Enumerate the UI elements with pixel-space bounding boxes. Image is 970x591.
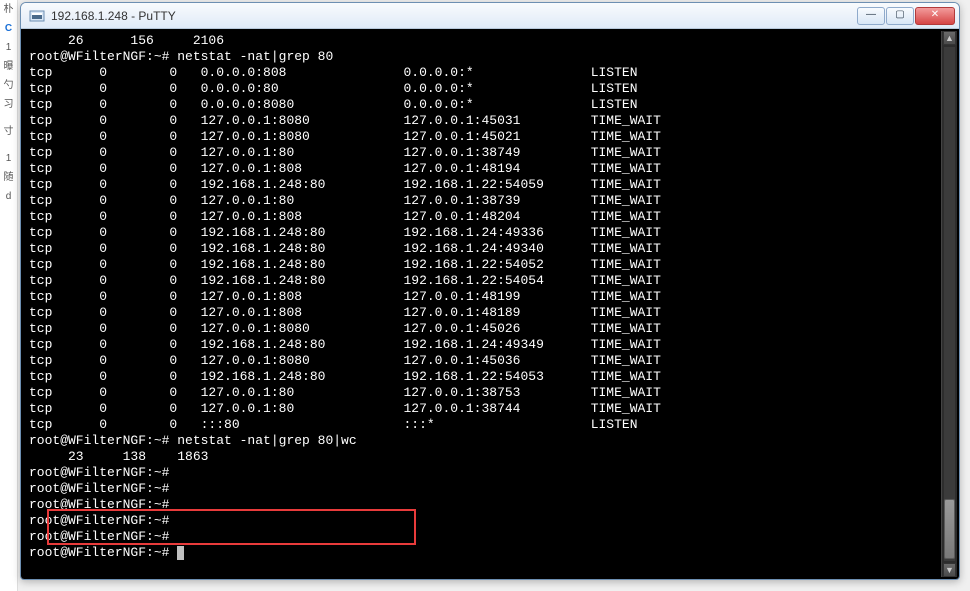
maximize-button[interactable]: ▢	[886, 7, 914, 25]
terminal-area: 26 156 2106 root@WFilterNGF:~# netstat -…	[21, 29, 959, 579]
cursor	[177, 546, 184, 560]
bg-fragment	[0, 114, 17, 122]
prompt-line: root@WFilterNGF:~#	[29, 545, 177, 560]
scroll-down-button[interactable]: ▼	[943, 563, 956, 577]
bg-fragment: 习	[0, 95, 17, 114]
putty-icon	[29, 8, 45, 24]
scrollbar: ▲ ▼	[941, 31, 957, 577]
terminal-content[interactable]: 26 156 2106 root@WFilterNGF:~# netstat -…	[25, 31, 939, 577]
bg-fragment: 1	[0, 149, 17, 168]
bg-fragment: 朴	[0, 0, 17, 19]
scrollbar-thumb[interactable]	[944, 499, 955, 559]
bg-fragment: 随	[0, 168, 17, 187]
bg-fragment: 寸	[0, 122, 17, 141]
close-button[interactable]: ✕	[915, 7, 955, 25]
background-left-strip: 朴C1曝勺习寸1随d	[0, 0, 18, 591]
minimize-button[interactable]: —	[857, 7, 885, 25]
putty-window: 192.168.1.248 - PuTTY — ▢ ✕ 26 156 2106 …	[20, 2, 960, 580]
bg-fragment: C	[0, 19, 17, 38]
bg-fragment: 曝	[0, 57, 17, 76]
window-buttons: — ▢ ✕	[857, 7, 955, 25]
bg-fragment: 1	[0, 38, 17, 57]
bg-fragment: d	[0, 187, 17, 206]
titlebar[interactable]: 192.168.1.248 - PuTTY — ▢ ✕	[21, 3, 959, 29]
bg-fragment: 勺	[0, 76, 17, 95]
scrollbar-track[interactable]	[944, 47, 955, 561]
scroll-up-button[interactable]: ▲	[943, 31, 956, 45]
window-title: 192.168.1.248 - PuTTY	[49, 9, 857, 23]
bg-fragment	[0, 141, 17, 149]
